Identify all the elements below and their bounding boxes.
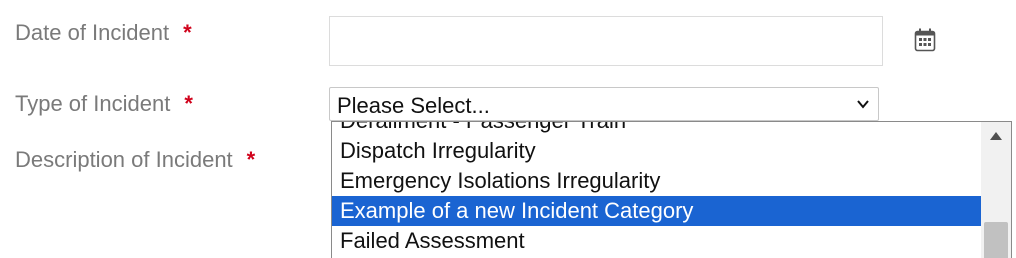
required-marker: *: [184, 91, 193, 116]
date-of-incident-input[interactable]: [329, 16, 883, 66]
dropdown-option[interactable]: Failed Assessment: [332, 226, 982, 256]
dropdown-scrollbar[interactable]: [981, 122, 1011, 258]
date-of-incident-label: Date of Incident *: [15, 20, 192, 46]
description-of-incident-label-text: Description of Incident: [15, 147, 233, 172]
scroll-up-arrow-icon[interactable]: [981, 122, 1011, 150]
description-of-incident-label: Description of Incident *: [15, 147, 255, 173]
dropdown-option-highlighted[interactable]: Example of a new Incident Category: [332, 196, 982, 226]
type-of-incident-select[interactable]: Please Select...: [329, 87, 879, 121]
dropdown-options: Derailment - Passenger Train Dispatch Ir…: [332, 122, 982, 256]
type-of-incident-label: Type of Incident *: [15, 91, 193, 117]
dropdown-option[interactable]: Dispatch Irregularity: [332, 136, 982, 166]
type-of-incident-label-text: Type of Incident: [15, 91, 171, 116]
chevron-down-icon: [856, 97, 870, 111]
incident-type-dropdown-list[interactable]: Derailment - Passenger Train Dispatch Ir…: [331, 121, 1012, 258]
scrollbar-thumb[interactable]: [984, 222, 1008, 258]
dropdown-option[interactable]: Derailment - Passenger Train: [332, 122, 982, 136]
dropdown-option[interactable]: Emergency Isolations Irregularity: [332, 166, 982, 196]
date-of-incident-label-text: Date of Incident: [15, 20, 170, 45]
incident-form: Date of Incident * Type of Incident * Plea…: [0, 0, 1016, 258]
required-marker: *: [246, 147, 256, 172]
calendar-icon[interactable]: [914, 28, 936, 52]
required-marker: *: [183, 20, 192, 45]
select-selected-value: Please Select...: [337, 93, 490, 118]
